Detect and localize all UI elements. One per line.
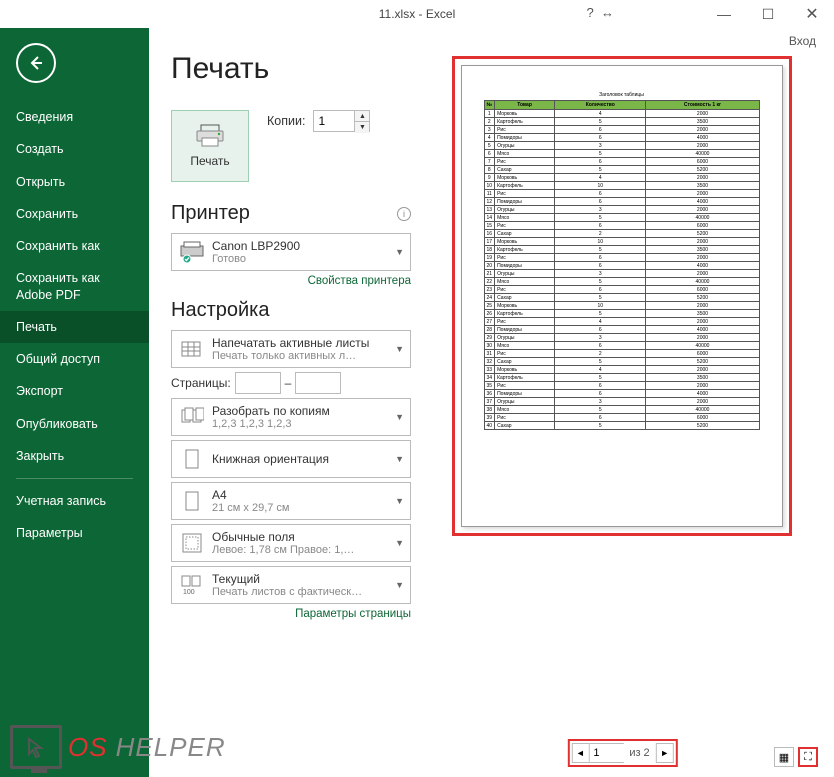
setting-paper-size[interactable]: A421 см x 29,7 см ▼	[171, 482, 411, 520]
pages-to-input[interactable]	[295, 372, 341, 394]
maximize-button[interactable]: ☐	[746, 0, 790, 28]
print-preview-page: Заголовок таблицы №ТоварКоличествоСтоимо…	[461, 65, 783, 527]
scale-icon: 100	[178, 571, 206, 599]
sidebar-item-8[interactable]: Экспорт	[0, 375, 149, 407]
chevron-down-icon: ▼	[395, 580, 404, 590]
sidebar-item-7[interactable]: Общий доступ	[0, 343, 149, 375]
backstage-sidebar: СведенияСоздатьОткрытьСохранитьСохранить…	[0, 28, 149, 777]
chevron-down-icon: ▼	[395, 538, 404, 548]
preview-table: №ТоварКоличествоСтоимость 1 кг 1Морковь4…	[484, 100, 760, 430]
setting-collate[interactable]: Разобрать по копиям1,2,3 1,2,3 1,2,3 ▼	[171, 398, 411, 436]
minimize-button[interactable]: —	[702, 0, 746, 28]
arrow-left-icon	[27, 54, 45, 72]
page-nav-highlight: ◄ из 2 ►	[567, 739, 677, 767]
page-number-input[interactable]	[589, 743, 623, 763]
setting-scaling[interactable]: 100 ТекущийПечать листов с фактическ… ▼	[171, 566, 411, 604]
printer-dropdown[interactable]: Canon LBP2900 Готово ▼	[171, 233, 411, 271]
info-icon[interactable]: i	[397, 207, 411, 221]
sidebar-item-11[interactable]: Учетная запись	[0, 485, 149, 517]
sheets-icon	[178, 335, 206, 363]
chevron-down-icon: ▼	[395, 454, 404, 464]
svg-text:100: 100	[183, 589, 195, 596]
margins-icon	[178, 529, 206, 557]
setting-margins[interactable]: Обычные поляЛевое: 1,78 см Правое: 1,… ▼	[171, 524, 411, 562]
printer-section-title: Принтер	[171, 202, 250, 225]
setting-orientation[interactable]: Книжная ориентация ▼	[171, 440, 411, 478]
close-button[interactable]: ✕	[790, 0, 834, 28]
help-dropdown[interactable]: ? ↔	[587, 5, 614, 20]
show-margins-button[interactable]: ▦	[774, 747, 794, 767]
page-title: Печать	[171, 52, 411, 86]
chevron-down-icon: ▼	[395, 412, 404, 422]
copies-label: Копии:	[267, 114, 305, 128]
print-preview-highlight: Заголовок таблицы №ТоварКоличествоСтоимо…	[452, 56, 792, 536]
copies-down[interactable]: ▼	[355, 122, 369, 133]
page-icon	[178, 487, 206, 515]
sidebar-item-6[interactable]: Печать	[0, 311, 149, 343]
next-page-button[interactable]: ►	[656, 743, 674, 763]
page-setup-link[interactable]: Параметры страницы	[171, 608, 411, 620]
zoom-to-page-button[interactable]: ⛶	[798, 747, 818, 767]
chevron-down-icon: ▼	[395, 247, 404, 257]
copies-up[interactable]: ▲	[355, 111, 369, 122]
print-button[interactable]: Печать	[171, 110, 249, 182]
sidebar-item-0[interactable]: Сведения	[0, 101, 149, 133]
titlebar: 11.xlsx - Excel ? ↔ — ☐ ✕	[0, 0, 834, 28]
chevron-down-icon: ▼	[395, 496, 404, 506]
pages-from-input[interactable]	[235, 372, 281, 394]
cursor-icon	[10, 725, 62, 769]
watermark: OS HELPER	[10, 725, 226, 769]
printer-icon	[195, 124, 225, 148]
setting-print-what[interactable]: Напечатать активные листыПечать только а…	[171, 330, 411, 368]
back-button[interactable]	[16, 43, 56, 83]
copies-input[interactable]	[314, 111, 354, 131]
chevron-down-icon: ▼	[395, 344, 404, 354]
portrait-icon	[178, 445, 206, 473]
collate-icon	[178, 403, 206, 431]
pages-label: Страницы:	[171, 376, 231, 390]
printer-properties-link[interactable]: Свойства принтера	[171, 275, 411, 287]
printer-status: Готово	[212, 253, 391, 265]
sidebar-item-12[interactable]: Параметры	[0, 517, 149, 549]
window-title: 11.xlsx - Excel	[379, 7, 455, 21]
copies-spinner[interactable]: ▲▼	[313, 110, 370, 132]
preview-caption: Заголовок таблицы	[484, 92, 760, 98]
printer-device-icon	[178, 238, 206, 266]
sidebar-item-3[interactable]: Сохранить	[0, 198, 149, 230]
print-button-label: Печать	[190, 154, 229, 168]
sidebar-item-4[interactable]: Сохранить как	[0, 230, 149, 262]
prev-page-button[interactable]: ◄	[571, 743, 589, 763]
printer-name: Canon LBP2900	[212, 239, 391, 253]
sidebar-item-10[interactable]: Закрыть	[0, 440, 149, 472]
sidebar-item-9[interactable]: Опубликовать	[0, 408, 149, 440]
sidebar-item-5[interactable]: Сохранить как Adobe PDF	[0, 262, 149, 311]
sidebar-item-2[interactable]: Открыть	[0, 166, 149, 198]
settings-section-title: Настройка	[171, 299, 269, 322]
sidebar-item-1[interactable]: Создать	[0, 133, 149, 165]
page-total-label: из 2	[623, 747, 655, 759]
